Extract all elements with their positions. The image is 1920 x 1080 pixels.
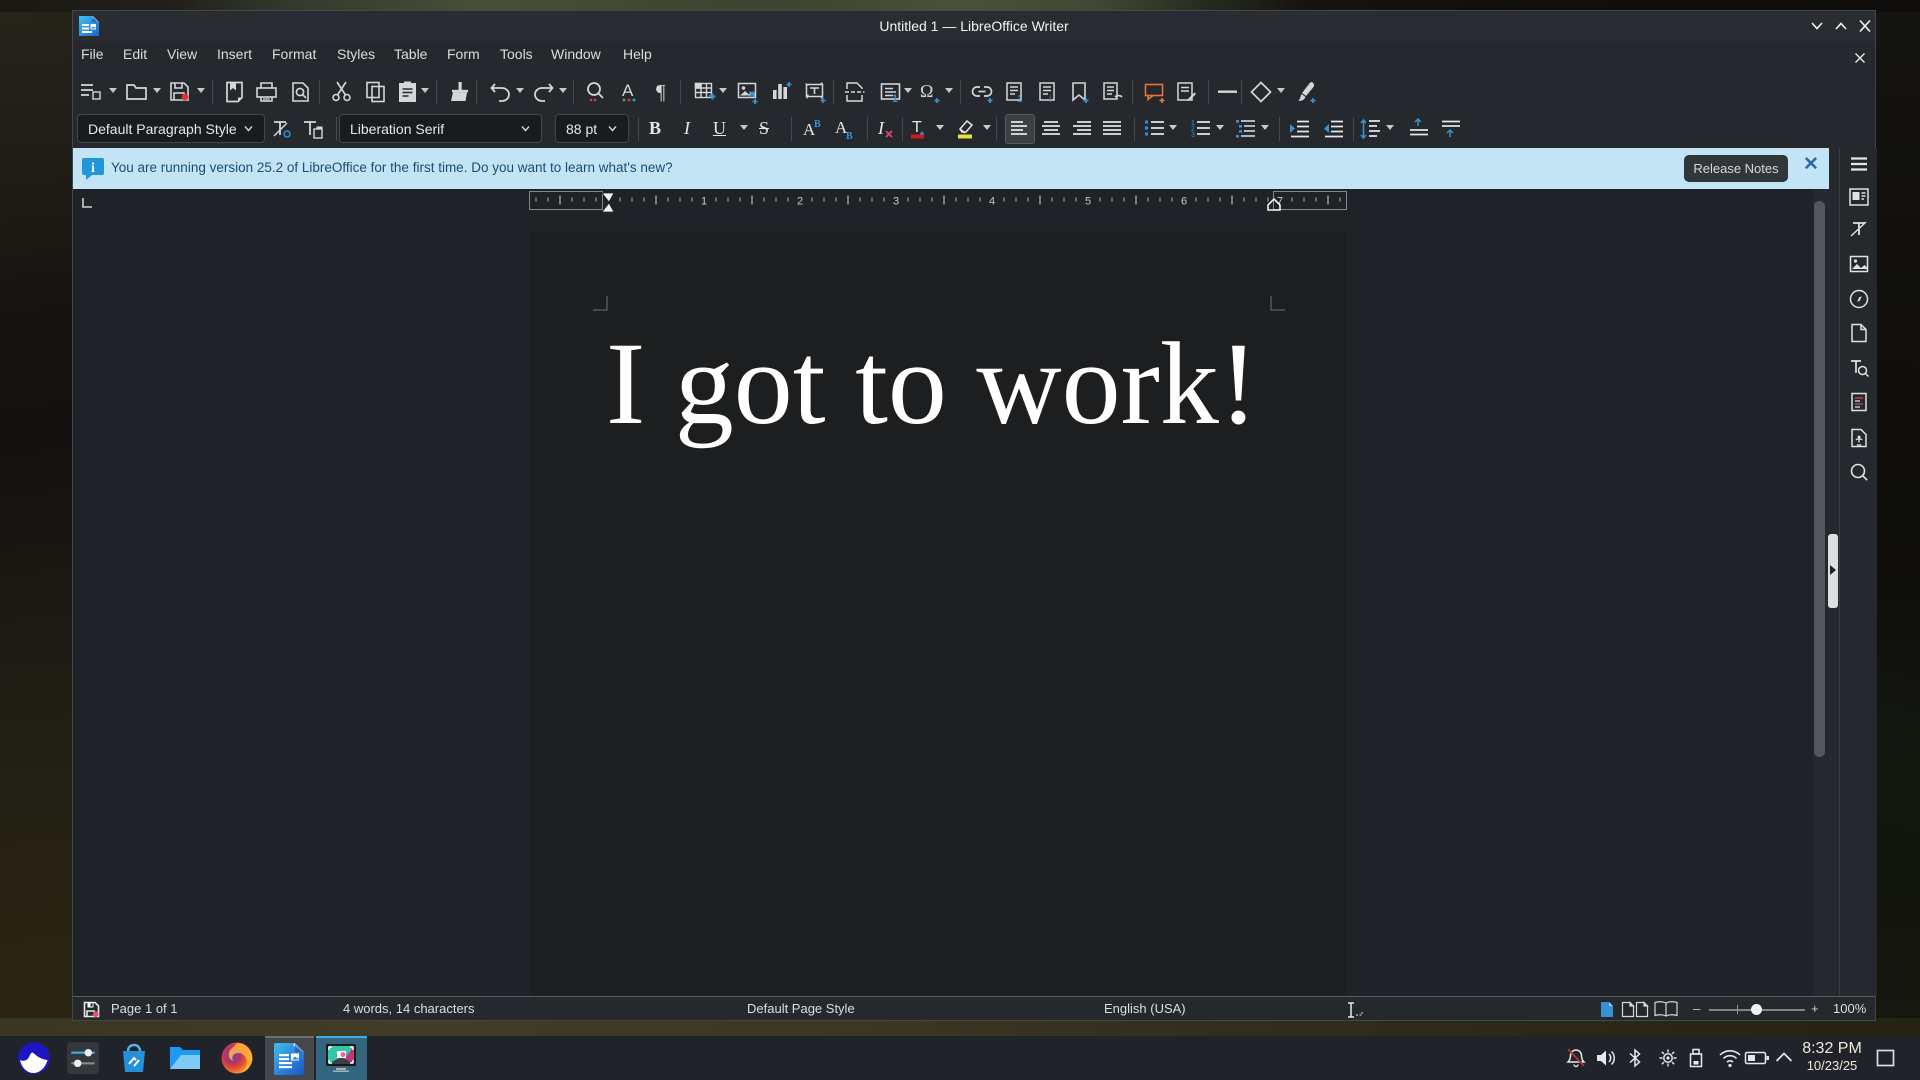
svg-text:1: 1: [1017, 94, 1023, 104]
svg-text:4: 4: [989, 196, 995, 208]
svg-text:I: I: [877, 118, 885, 138]
svg-text:¶: ¶: [656, 80, 666, 104]
svg-text:B: B: [814, 119, 821, 130]
svg-text:A: A: [622, 81, 634, 100]
svg-text:3: 3: [893, 196, 899, 208]
svg-text:2: 2: [797, 196, 803, 208]
svg-text:6: 6: [1181, 196, 1187, 208]
svg-text:1: 1: [892, 93, 898, 104]
svg-text:i: i: [1049, 94, 1051, 104]
svg-text:i: i: [91, 161, 95, 176]
svg-text:Ω: Ω: [920, 81, 933, 101]
svg-text:5: 5: [1085, 196, 1091, 208]
svg-text:B: B: [846, 131, 853, 141]
svg-text:1: 1: [701, 196, 707, 208]
svg-text:3: 3: [1191, 132, 1195, 139]
